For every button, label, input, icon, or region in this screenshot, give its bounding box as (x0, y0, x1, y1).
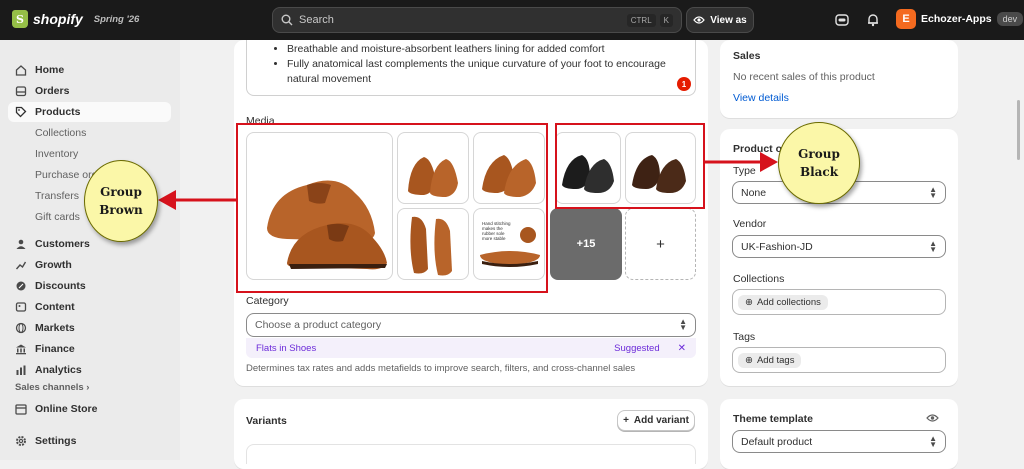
group-black-callout: Group Black (778, 122, 860, 204)
arrow-head-brown (158, 190, 176, 210)
arrow-head-black (760, 152, 778, 172)
annotation-arrows (158, 152, 778, 210)
group-brown-callout: Group Brown (84, 160, 158, 242)
